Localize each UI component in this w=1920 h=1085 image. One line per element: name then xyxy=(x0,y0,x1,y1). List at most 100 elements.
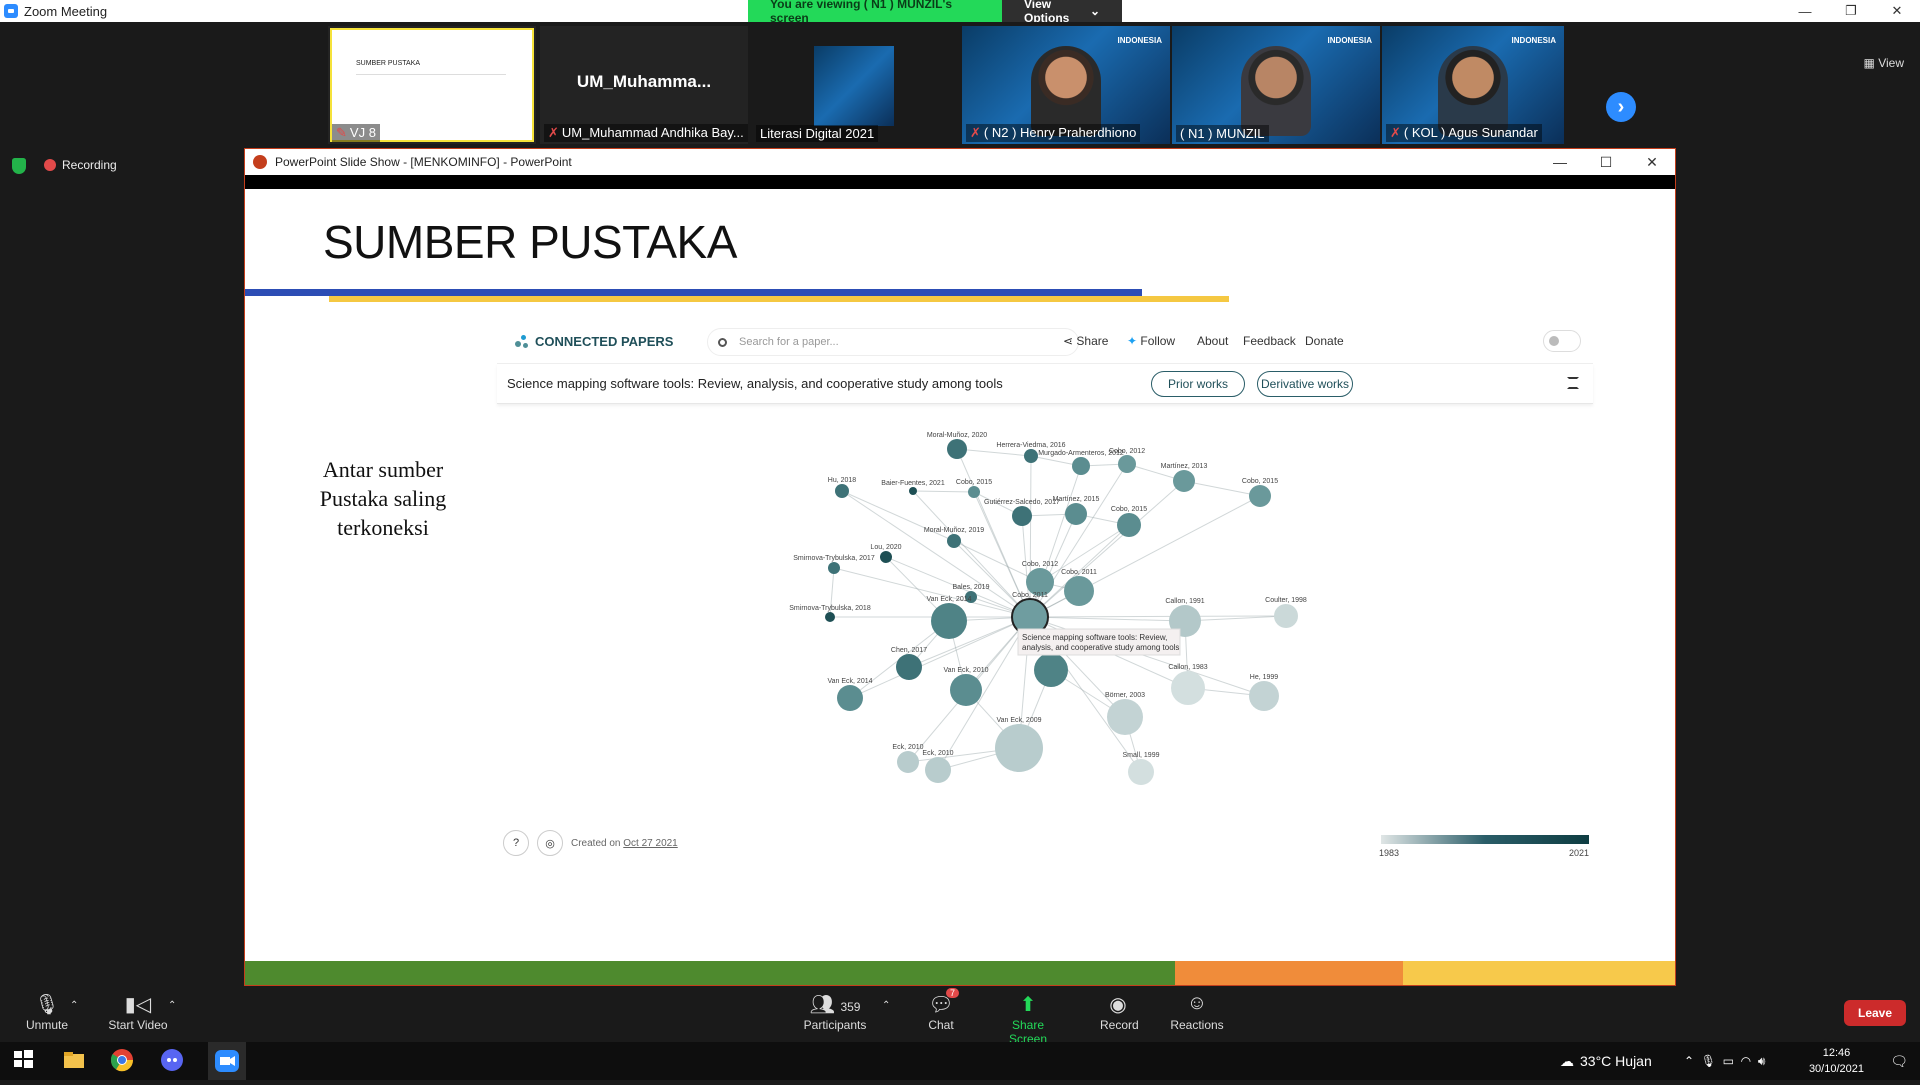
graph-node-label: Baier-Fuentes, 2021 xyxy=(881,480,945,487)
graph-node[interactable] xyxy=(897,751,919,773)
cp-paper-bar: Science mapping software tools: Review, … xyxy=(497,364,1593,404)
about-link[interactable]: About xyxy=(1197,334,1228,348)
graph-node-label: Martínez, 2015 xyxy=(1053,496,1100,503)
graph-node[interactable] xyxy=(1064,576,1094,606)
video-tile-literasi[interactable]: Literasi Digital 2021 xyxy=(752,26,960,144)
graph-node[interactable] xyxy=(1118,455,1136,473)
video-tile-henry[interactable]: INDONESIA ✗( N2 ) Henry Praherdhiono xyxy=(962,26,1170,144)
close-icon[interactable]: ✕ xyxy=(1629,149,1675,175)
graph-node-label: Börner, 2003 xyxy=(1105,692,1145,699)
derivative-works-button[interactable]: Derivative works xyxy=(1257,371,1353,397)
graph-node[interactable] xyxy=(1034,653,1068,687)
graph-edge xyxy=(912,490,975,493)
slide-footer-bars xyxy=(245,961,1675,985)
graph-node-label: Chen, 2017 xyxy=(891,647,927,654)
video-off-icon: ▮◁ xyxy=(124,994,152,1016)
security-shield-icon[interactable] xyxy=(12,158,26,174)
graph-node[interactable] xyxy=(1171,671,1205,705)
graph-node[interactable] xyxy=(1249,485,1271,507)
created-date[interactable]: Oct 27 2021 xyxy=(623,838,677,849)
video-tile-agus[interactable]: INDONESIA ✗( KOL ) Agus Sunandar xyxy=(1382,26,1564,144)
graph-node[interactable] xyxy=(995,724,1043,772)
participant-name: ✗ UM_Muhammad Andhika Bay... xyxy=(544,124,748,142)
participants-button[interactable]: 👥︎ 359 Participants xyxy=(802,992,868,1032)
graph-node[interactable] xyxy=(950,674,982,706)
graph-node[interactable] xyxy=(828,562,840,574)
windows-start-icon[interactable] xyxy=(12,1048,38,1074)
graph-node[interactable] xyxy=(1012,506,1032,526)
graph-node[interactable] xyxy=(931,603,967,639)
view-button[interactable]: ▦ View xyxy=(1864,56,1904,70)
graph-node[interactable] xyxy=(1107,699,1143,735)
chrome-icon[interactable] xyxy=(110,1048,136,1074)
graph-node[interactable] xyxy=(947,439,967,459)
weather-widget[interactable]: ☁ 33°C Hujan xyxy=(1560,1042,1652,1080)
participants-chevron-icon[interactable]: ⌃ xyxy=(882,1000,890,1011)
graph-node-label: Eck, 2010 xyxy=(922,750,953,757)
video-tile-vj8[interactable]: SUMBER PUSTAKA ✎ VJ 8 xyxy=(328,26,536,144)
cp-search-input[interactable]: Search for a paper... xyxy=(707,328,1079,356)
share-screen-button[interactable]: ⬆ Share Screen xyxy=(992,992,1064,1046)
graph-node[interactable] xyxy=(947,534,961,548)
participant-video xyxy=(1241,46,1311,136)
unmute-button[interactable]: 🎙︎ Unmute xyxy=(22,992,72,1032)
recenter-icon[interactable]: ◎ xyxy=(537,830,563,856)
graph-node[interactable] xyxy=(1065,503,1087,525)
leave-button[interactable]: Leave xyxy=(1844,1000,1906,1026)
close-icon[interactable]: ✕ xyxy=(1874,0,1920,22)
graph-node[interactable] xyxy=(896,654,922,680)
zoom-taskbar-icon[interactable] xyxy=(208,1042,246,1080)
restore-icon[interactable]: ❐ xyxy=(1828,0,1874,22)
graph-node[interactable] xyxy=(1249,681,1279,711)
minimize-icon[interactable]: — xyxy=(1537,149,1583,175)
chat-button[interactable]: 💬︎ Chat 7 xyxy=(926,988,960,1032)
graph-node[interactable] xyxy=(825,612,835,622)
maximize-icon[interactable]: ☐ xyxy=(1583,149,1629,175)
graph-node[interactable] xyxy=(909,487,917,495)
fullscreen-icon[interactable] xyxy=(1567,377,1579,389)
cp-logo-icon xyxy=(515,334,529,349)
graph-node[interactable] xyxy=(925,757,951,783)
view-options-button[interactable]: View Options ⌄ xyxy=(1002,0,1122,25)
graph-node[interactable] xyxy=(968,486,980,498)
tray-icons[interactable]: ⌃ 🎙︎ ▭ ◠ 🔊︎ xyxy=(1684,1042,1765,1080)
graph-node[interactable] xyxy=(1024,449,1038,463)
powerpoint-title: PowerPoint Slide Show - [MENKOMINFO] - P… xyxy=(275,155,572,169)
feedback-link[interactable]: Feedback xyxy=(1243,334,1296,348)
file-explorer-icon[interactable] xyxy=(62,1048,88,1074)
video-tile-munzil[interactable]: INDONESIA ( N1 ) MUNZIL xyxy=(1172,26,1380,144)
graph-node[interactable] xyxy=(1173,470,1195,492)
graph-node[interactable] xyxy=(835,484,849,498)
video-options-chevron-icon[interactable]: ⌃ xyxy=(168,1000,176,1011)
share-link[interactable]: ⋖ Share xyxy=(1063,334,1108,348)
recording-indicator[interactable]: Recording xyxy=(44,158,117,172)
citation-graph[interactable]: Moral-Muñoz, 2020Herrera-Viedma, 2016Mur… xyxy=(497,404,1593,866)
start-video-button[interactable]: ▮◁ Start Video xyxy=(106,992,170,1032)
minimize-icon[interactable]: — xyxy=(1782,0,1828,22)
audio-options-chevron-icon[interactable]: ⌃ xyxy=(70,1000,78,1011)
graph-node[interactable] xyxy=(1274,604,1298,628)
next-page-arrow-icon[interactable]: › xyxy=(1606,92,1636,122)
graph-node[interactable] xyxy=(1128,759,1154,785)
notification-icon[interactable]: 🗨︎ xyxy=(1890,1042,1908,1080)
graph-node[interactable] xyxy=(880,551,892,563)
graph-node-label: Smirnova-Trybulska, 2018 xyxy=(789,605,871,612)
cp-logo[interactable]: CONNECTED PAPERS xyxy=(515,334,673,349)
slide-title: SUMBER PUSTAKA xyxy=(323,216,737,268)
discord-icon[interactable] xyxy=(160,1048,186,1074)
graph-node[interactable] xyxy=(1072,457,1090,475)
theme-toggle[interactable] xyxy=(1543,330,1581,352)
follow-link[interactable]: ✦ Follow xyxy=(1127,334,1175,348)
clock[interactable]: 12:46 30/10/2021 xyxy=(1809,1045,1864,1077)
video-tile-um-muhammad[interactable]: UM_Muhamma... ✗ UM_Muhammad Andhika Bay..… xyxy=(540,26,748,144)
volume-icon: 🔊︎ xyxy=(1757,1053,1766,1068)
reactions-button[interactable]: ☺ Reactions xyxy=(1170,992,1224,1032)
graph-node[interactable] xyxy=(837,685,863,711)
participant-name: ✗( N2 ) Henry Praherdhiono xyxy=(966,124,1141,142)
prior-works-button[interactable]: Prior works xyxy=(1151,371,1245,397)
graph-node[interactable] xyxy=(1117,513,1141,537)
powerpoint-titlebar: PowerPoint Slide Show - [MENKOMINFO] - P… xyxy=(245,149,1675,175)
record-button[interactable]: ◉ Record xyxy=(1100,992,1139,1032)
help-icon[interactable]: ? xyxy=(503,830,529,856)
donate-link[interactable]: Donate xyxy=(1305,334,1344,348)
